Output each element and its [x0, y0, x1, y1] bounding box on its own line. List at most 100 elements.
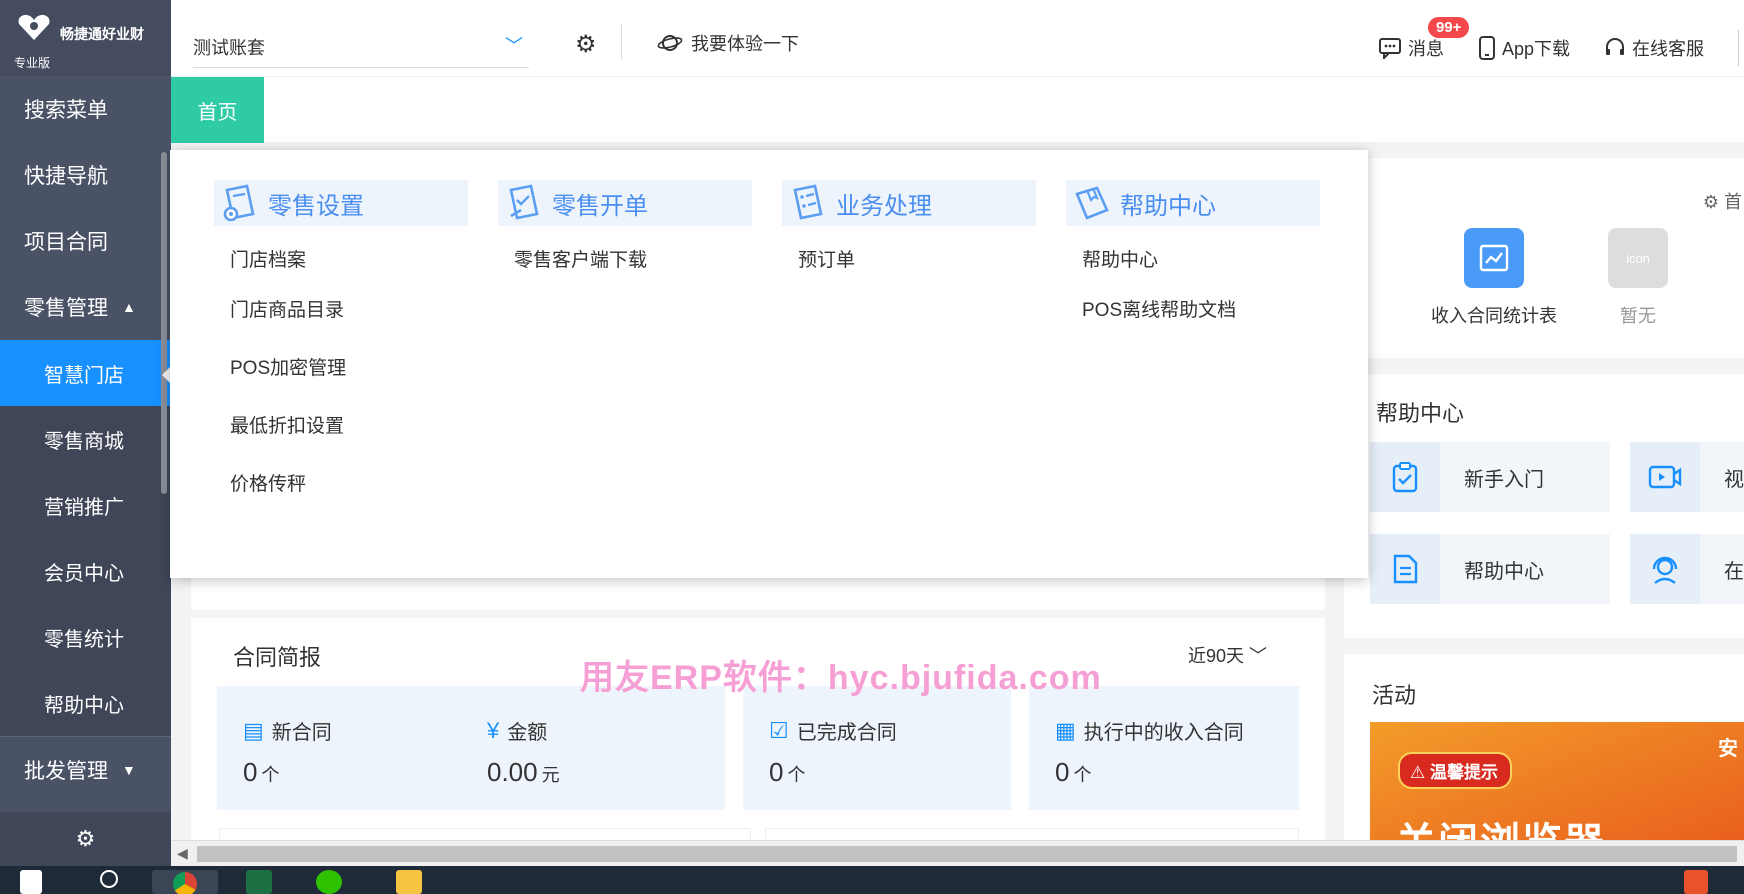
folder-icon[interactable]	[396, 870, 422, 894]
sidebar-item-label: 会员中心	[44, 562, 124, 585]
sidebar: 畅捷通好业财 专业版 搜索菜单 快捷导航 项目合同 零售管理 ▲ 智慧门店 零售商…	[0, 0, 171, 866]
help-card-beginner[interactable]: 新手入门	[1370, 442, 1610, 512]
tray-app-icon[interactable]	[1684, 870, 1708, 894]
sidebar-item-label: 智慧门店	[44, 364, 124, 387]
stat-value: 0.00	[487, 757, 538, 787]
yuan-doc-icon: ¥	[487, 717, 500, 743]
help-card-video[interactable]: 视	[1630, 442, 1744, 512]
online-service-button[interactable]: 在线客服	[1604, 35, 1704, 61]
brand-logo-icon	[18, 14, 50, 40]
brand-name: 畅捷通好业财	[60, 26, 144, 42]
date-range-select[interactable]: 近90天 ﹀	[1188, 642, 1267, 668]
help-card-label: 新手入门	[1464, 468, 1544, 491]
support-agent-icon	[1630, 534, 1700, 604]
menu-column-retail-billing: 零售开单 零售客户端下载	[498, 180, 752, 282]
sidebar-item-retail-mall[interactable]: 零售商城	[0, 406, 171, 472]
try-it-label: 我要体验一下	[691, 34, 799, 54]
stat-value: 0	[769, 757, 784, 787]
menu-item-pos-offline-help[interactable]: POS离线帮助文档	[1066, 282, 1320, 340]
settings-document-icon	[214, 180, 268, 226]
calendar-list-icon: ▤	[243, 717, 264, 743]
activity-warning-badge: ⚠ 温馨提示	[1398, 752, 1512, 789]
menu-item-help-center[interactable]: 帮助中心	[1066, 240, 1320, 282]
topbar: 测试账套 ﹀ ⚙ 我要体验一下 消息 99+ App下载 在线客服	[171, 0, 1744, 76]
video-icon	[1630, 442, 1700, 512]
horizontal-scrollbar[interactable]: ◀	[171, 840, 1744, 866]
logo: 畅捷通好业财 专业版	[0, 0, 171, 76]
stat-label: 已完成合同	[796, 722, 897, 744]
menu-item-preorder[interactable]: 预订单	[782, 240, 1036, 282]
quick-item-label: 收入合同统计表	[1431, 306, 1557, 326]
scroll-left-arrow-icon[interactable]: ◀	[177, 845, 188, 862]
sidebar-item-help-center[interactable]: 帮助中心	[0, 670, 171, 736]
wechat-icon[interactable]	[316, 870, 342, 894]
quick-item-empty[interactable]: icon 暂无	[1568, 228, 1708, 328]
help-card-online[interactable]: 在	[1630, 534, 1744, 604]
tab-home[interactable]: 首页	[171, 77, 264, 143]
account-select[interactable]: 测试账套 ﹀	[193, 22, 529, 68]
messages-button[interactable]: 消息 99+	[1378, 17, 1470, 61]
messages-label: 消息	[1407, 39, 1444, 59]
account-settings-gear-icon[interactable]: ⚙	[575, 30, 597, 59]
document-icon	[1370, 534, 1440, 604]
sidebar-item-label: 零售商城	[44, 430, 124, 453]
quick-item-income-contract[interactable]: 收入合同统计表	[1424, 228, 1564, 328]
try-it-button[interactable]: 我要体验一下	[657, 30, 799, 56]
menu-column-header: 零售开单	[498, 180, 752, 226]
help-center-title: 帮助中心	[1376, 401, 1465, 426]
sidebar-item-wholesale[interactable]: 批发管理 ▼	[0, 737, 171, 803]
app-download-button[interactable]: App下载	[1478, 35, 1570, 61]
scrollbar-thumb[interactable]	[197, 846, 1737, 862]
quick-access-panel: ⚙ 首 收入合同统计表 icon 暂无	[1344, 158, 1744, 358]
chart-report-icon	[1464, 228, 1524, 288]
sidebar-item-label: 项目合同	[24, 231, 108, 254]
app-download-label: App下载	[1501, 39, 1570, 59]
retail-menu-dropdown: 零售设置 门店档案 门店商品目录 POS加密管理 最低折扣设置 价格传秤 零售开…	[170, 150, 1368, 578]
sidebar-item-quick-nav[interactable]: 快捷导航	[0, 142, 171, 208]
activity-panel: 活动 ⚠ 温馨提示 关闭浏览器 安	[1344, 654, 1744, 866]
planet-icon	[657, 35, 683, 51]
clock-doc-icon: ▦	[1055, 717, 1076, 743]
stat-group-executing: ▦ 执行中的收入合同 0个	[1029, 686, 1299, 810]
message-count-badge: 99+	[1427, 17, 1470, 38]
chevron-down-icon: ﹀	[1249, 646, 1267, 666]
menu-column-header: 帮助中心	[1066, 180, 1320, 226]
sidebar-item-retail-stats[interactable]: 零售统计	[0, 604, 171, 670]
brand-edition: 专业版	[14, 56, 51, 70]
menu-column-title: 业务处理	[836, 192, 932, 220]
menu-item-retail-client-download[interactable]: 零售客户端下载	[498, 240, 752, 282]
quick-settings[interactable]: ⚙ 首	[1703, 188, 1742, 214]
phone-icon	[1478, 36, 1495, 60]
sidebar-item-marketing[interactable]: 营销推广	[0, 472, 171, 538]
help-center-panel: 帮助中心 新手入门 视 帮助中心 在	[1344, 374, 1744, 638]
chrome-icon	[173, 872, 197, 894]
excel-icon[interactable]	[246, 870, 272, 894]
windows-start-icon[interactable]	[20, 870, 42, 894]
quick-item-label: 暂无	[1620, 306, 1656, 326]
chevron-down-icon: ﹀	[505, 36, 523, 56]
stat-value: 0	[243, 757, 258, 787]
help-card-help-center[interactable]: 帮助中心	[1370, 534, 1610, 604]
menu-item-store-profile[interactable]: 门店档案	[214, 240, 468, 282]
activity-warning-label: 温馨提示	[1429, 763, 1498, 782]
sidebar-item-member-center[interactable]: 会员中心	[0, 538, 171, 604]
sidebar-settings-gear-icon[interactable]: ⚙	[0, 812, 171, 866]
placeholder-icon: icon	[1608, 228, 1668, 288]
sidebar-item-project-contract[interactable]: 项目合同	[0, 208, 171, 274]
menu-item-store-product-catalog[interactable]: 门店商品目录	[214, 282, 468, 340]
menu-item-min-discount[interactable]: 最低折扣设置	[214, 398, 468, 456]
sidebar-item-search-menu[interactable]: 搜索菜单	[0, 76, 171, 142]
help-card-label: 在	[1724, 560, 1744, 583]
headset-icon	[1606, 38, 1624, 55]
sidebar-item-retail-management[interactable]: 零售管理 ▲	[0, 274, 171, 340]
chrome-taskbar-button[interactable]	[152, 870, 218, 894]
menu-item-pos-encryption[interactable]: POS加密管理	[214, 340, 468, 398]
menu-item-price-scale[interactable]: 价格传秤	[214, 456, 468, 514]
menu-column-header: 零售设置	[214, 180, 468, 226]
quick-settings-label: 首	[1724, 192, 1742, 212]
billing-document-icon	[498, 180, 552, 226]
sidebar-scrollbar[interactable]	[161, 152, 167, 494]
search-icon[interactable]	[100, 870, 118, 888]
sidebar-item-smart-store[interactable]: 智慧门店	[0, 340, 171, 406]
menu-column-retail-settings: 零售设置 门店档案 门店商品目录 POS加密管理 最低折扣设置 价格传秤	[214, 180, 468, 514]
